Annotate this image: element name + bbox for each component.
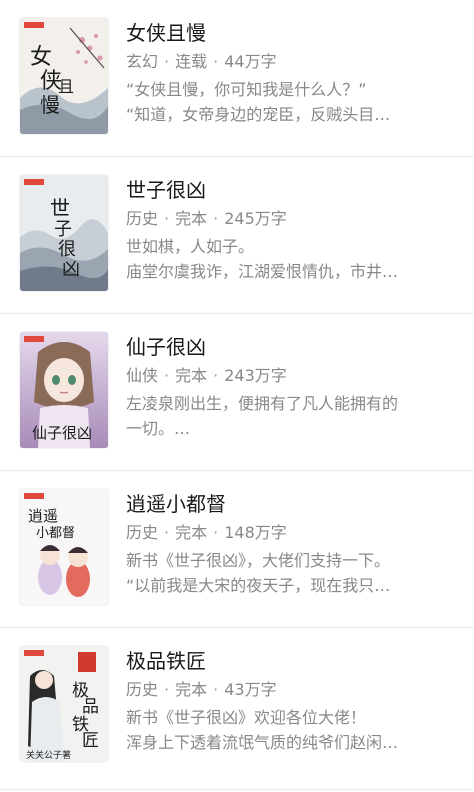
book-info: 逍遥小都督 历史 · 完本 · 148万字 新书《世子很凶》，大佬们支持一下。 …: [126, 489, 460, 598]
meta-separator: ·: [213, 209, 219, 228]
cover-title-text: 仙子很凶: [32, 424, 92, 442]
cover-author: 关关公子著: [26, 749, 71, 761]
book-title[interactable]: 世子很凶: [126, 175, 460, 205]
book-description: 新书《世子很凶》，大佬们支持一下。 “以前我是大宋的夜天子，现在我只…: [126, 548, 460, 598]
list-item-book[interactable]: 仙子很凶 仙子很凶 仙侠 · 完本 · 243万字 左凌泉刚出生，便拥有了凡人能…: [0, 314, 474, 471]
book-cover[interactable]: 仙子很凶: [20, 332, 108, 448]
book-status: 连载: [175, 52, 208, 71]
book-word-count: 43万字: [224, 680, 277, 699]
cover-title-glyph-4: 凶: [62, 259, 80, 280]
cover-art: 仙子很凶: [20, 332, 108, 448]
book-info: 世子很凶 历史 · 完本 · 245万字 世如棋，人如子。 庙堂尔虞我诈，江湖爱…: [126, 175, 460, 284]
book-meta: 玄幻 · 连载 · 44万字: [126, 51, 460, 73]
cover-art: 极 品 铁 匠 关关公子著: [20, 646, 108, 762]
book-info: 仙子很凶 仙侠 · 完本 · 243万字 左凌泉刚出生，便拥有了凡人能拥有的 一…: [126, 332, 460, 441]
meta-separator: ·: [213, 52, 219, 71]
book-cover[interactable]: 逍遥 小都督: [20, 489, 108, 605]
meta-separator: ·: [164, 52, 170, 71]
desc-line: 一切。…: [126, 419, 191, 438]
cover-art: 世 子 很 凶: [20, 175, 108, 291]
cover-art: 逍遥 小都督: [20, 489, 108, 605]
book-title[interactable]: 女侠且慢: [126, 18, 460, 48]
book-meta: 历史 · 完本 · 148万字: [126, 522, 460, 544]
book-title[interactable]: 逍遥小都督: [126, 489, 460, 519]
book-meta: 历史 · 完本 · 43万字: [126, 679, 460, 701]
cover-title-glyph-3: 且: [58, 77, 74, 96]
book-meta: 仙侠 · 完本 · 243万字: [126, 365, 460, 387]
book-description: “女侠且慢，你可知我是什么人？” “知道，女帝身边的宠臣，反贼头目…: [126, 77, 460, 127]
book-genre: 历史: [126, 523, 159, 542]
list-item-book[interactable]: 女 侠 且 慢 女侠且慢 玄幻 · 连载 · 44万字 “女侠且慢，你可知我是什…: [0, 0, 474, 157]
book-genre: 玄幻: [126, 52, 159, 71]
book-status: 完本: [175, 680, 208, 699]
book-title[interactable]: 极品铁匠: [126, 646, 460, 676]
book-genre: 仙侠: [126, 366, 159, 385]
list-item-book[interactable]: 世 子 很 凶 世子很凶 历史 · 完本 · 245万字 世如棋，人如子。 庙堂…: [0, 157, 474, 314]
book-genre: 历史: [126, 209, 159, 228]
desc-line: 新书《世子很凶》欢迎各位大佬！: [126, 708, 367, 727]
desc-line: 庙堂尔虞我诈，江湖爱恨情仇，市井…: [126, 262, 399, 281]
meta-separator: ·: [164, 209, 170, 228]
book-cover[interactable]: 极 品 铁 匠 关关公子著: [20, 646, 108, 762]
cover-title-glyph-4: 匠: [82, 731, 99, 751]
book-title[interactable]: 仙子很凶: [126, 332, 460, 362]
meta-separator: ·: [213, 680, 219, 699]
book-status: 完本: [175, 523, 208, 542]
meta-separator: ·: [164, 680, 170, 699]
list-item-book[interactable]: 逍遥 小都督 逍遥小都督 历史 · 完本 · 148万字 新书《世子很凶》，大佬…: [0, 471, 474, 628]
meta-separator: ·: [164, 523, 170, 542]
book-description: 新书《世子很凶》欢迎各位大佬！ 浑身上下透着流氓气质的纯爷们赵闲…: [126, 705, 460, 755]
cover-title-line-1: 逍遥: [28, 507, 58, 525]
book-cover[interactable]: 女 侠 且 慢: [20, 18, 108, 134]
desc-line: “知道，女帝身边的宠臣，反贼头目…: [126, 105, 391, 124]
cover-title-line-2: 小都督: [36, 526, 75, 541]
book-word-count: 148万字: [224, 523, 287, 542]
book-genre: 历史: [126, 680, 159, 699]
book-word-count: 243万字: [224, 366, 287, 385]
cover-title-glyph-2: 子: [54, 219, 72, 240]
book-meta: 历史 · 完本 · 245万字: [126, 208, 460, 230]
book-word-count: 44万字: [224, 52, 277, 71]
meta-separator: ·: [213, 523, 219, 542]
desc-line: 世如棋，人如子。: [126, 237, 255, 256]
book-info: 极品铁匠 历史 · 完本 · 43万字 新书《世子很凶》欢迎各位大佬！ 浑身上下…: [126, 646, 460, 755]
cover-title-glyph-1: 世: [50, 196, 70, 220]
book-list: 女 侠 且 慢 女侠且慢 玄幻 · 连载 · 44万字 “女侠且慢，你可知我是什…: [0, 0, 474, 790]
cover-art: 女 侠 且 慢: [20, 18, 108, 134]
book-info: 女侠且慢 玄幻 · 连载 · 44万字 “女侠且慢，你可知我是什么人？” “知道…: [126, 18, 460, 127]
book-cover[interactable]: 世 子 很 凶: [20, 175, 108, 291]
desc-line: 新书《世子很凶》，大佬们支持一下。: [126, 551, 391, 570]
book-description: 左凌泉刚出生，便拥有了凡人能拥有的 一切。…: [126, 391, 460, 441]
list-item-book[interactable]: 极 品 铁 匠 关关公子著 极品铁匠 历史 · 完本 · 43万字 新书《世子很…: [0, 628, 474, 790]
cover-title-glyph-3: 很: [58, 239, 76, 260]
cover-title-glyph-4: 慢: [40, 93, 60, 117]
book-status: 完本: [175, 209, 208, 228]
desc-line: “女侠且慢，你可知我是什么人？”: [126, 80, 367, 99]
meta-separator: ·: [164, 366, 170, 385]
cover-title-glyph-1: 女: [30, 45, 52, 70]
cover-title-glyph-2: 品: [82, 697, 99, 717]
desc-line: 浑身上下透着流氓气质的纯爷们赵闲…: [126, 733, 399, 752]
book-status: 完本: [175, 366, 208, 385]
meta-separator: ·: [213, 366, 219, 385]
desc-line: “以前我是大宋的夜天子，现在我只…: [126, 576, 391, 595]
desc-line: 左凌泉刚出生，便拥有了凡人能拥有的: [126, 394, 399, 413]
book-word-count: 245万字: [224, 209, 287, 228]
book-description: 世如棋，人如子。 庙堂尔虞我诈，江湖爱恨情仇，市井…: [126, 234, 460, 284]
